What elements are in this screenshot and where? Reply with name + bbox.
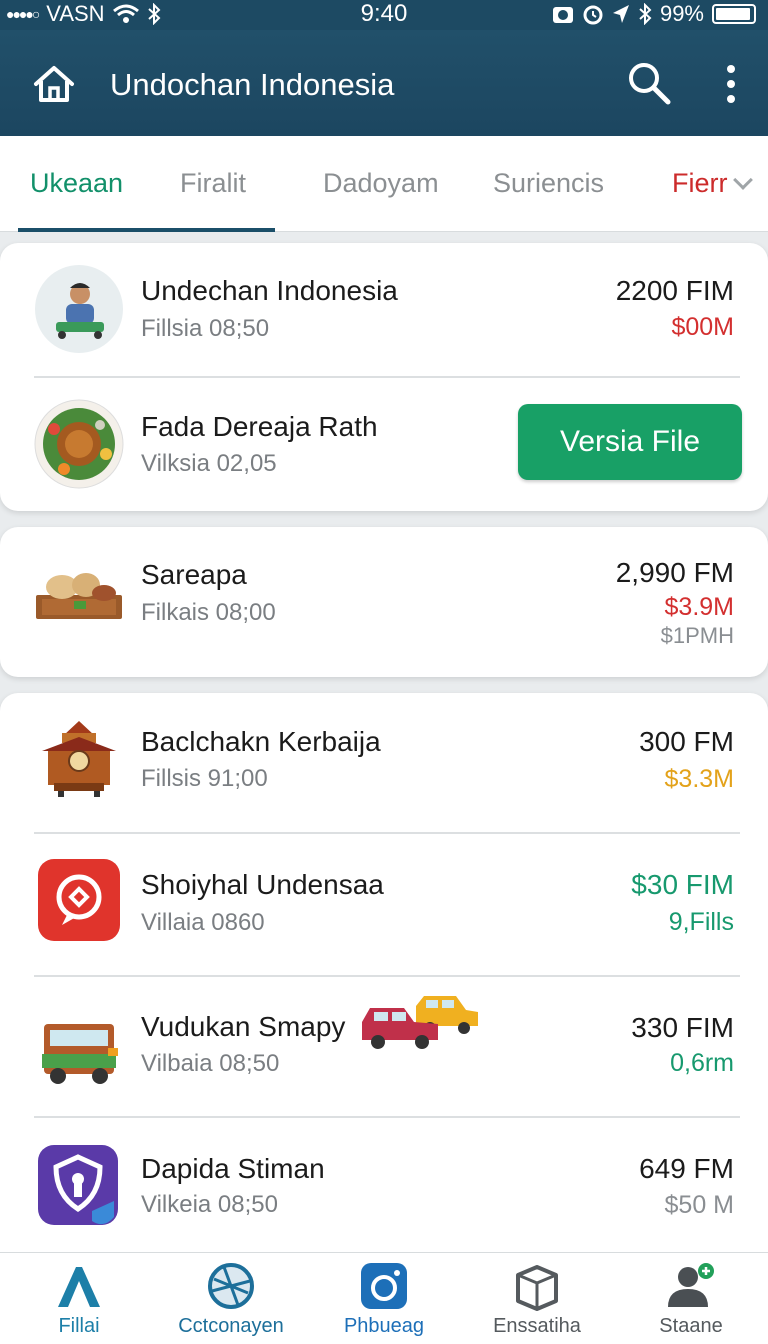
item-name: Vudukan Smapy — [141, 1011, 346, 1042]
item-price: 2200 FIM — [615, 275, 734, 306]
item-price: $30 FIM — [631, 869, 734, 900]
nav-label: Enssatiha — [493, 1315, 581, 1337]
bottom-nav: Fillai Cctconayen Phbueag Enssatiha Staa… — [0, 1252, 768, 1344]
package-icon — [516, 1265, 558, 1311]
camera-app-icon — [361, 1263, 407, 1309]
item-subtitle: Filkais 08;00 — [141, 599, 276, 626]
item-amount: 0,6rm — [670, 1049, 734, 1077]
item-amount: 9,Fills — [668, 908, 734, 936]
item-price: 330 FIM — [631, 1012, 734, 1043]
nav-item-enssatiha[interactable]: Enssatiha — [460, 1253, 614, 1344]
list-card: Baclchakn Kerbaija Fillsis 91;00 300 FM … — [0, 693, 768, 1273]
item-subtitle: Vilkeia 08;50 — [141, 1191, 278, 1218]
list-card: Undechan Indonesia Fillsia 08;50 2200 FI… — [0, 243, 768, 511]
item-subtitle: Fillsis 91;00 — [141, 765, 268, 792]
item-amount: $3.9M — [664, 593, 734, 621]
item-subtitle: Fillsia 08;50 — [141, 315, 270, 342]
stack-a-icon — [58, 1267, 100, 1307]
chevron-down-icon — [732, 170, 753, 190]
list-card: Sareapa Filkais 08;00 2,990 FM $3.9M $1P… — [0, 527, 768, 677]
item-subtitle: Vilbaia 08;50 — [141, 1050, 280, 1077]
item-name: Sareapa — [141, 559, 247, 590]
add-user-icon — [668, 1263, 714, 1307]
nav-item-cctconayen[interactable]: Cctconayen — [154, 1253, 308, 1344]
more-vertical-icon[interactable] — [716, 62, 746, 106]
item-name: Shoiyhal Undensaa — [141, 869, 384, 900]
nav-item-fillai[interactable]: Fillai — [2, 1253, 156, 1344]
nav-label: Phbueag — [343, 1315, 425, 1337]
shield-app-icon — [38, 1145, 118, 1225]
tab-active-indicator — [18, 228, 275, 232]
bluetooth-icon — [639, 3, 652, 25]
item-amount: $50 M — [664, 1191, 734, 1219]
item-price: 300 FM — [639, 726, 734, 757]
clock-tower-thumbnail — [42, 721, 116, 797]
tab-firalit[interactable]: Firalit — [180, 168, 246, 199]
nav-item-staane[interactable]: Staane — [614, 1253, 768, 1344]
tab-suriencis[interactable]: Suriencis — [493, 168, 604, 199]
nav-label: Fillai — [58, 1315, 100, 1337]
nav-label: Cctconayen — [178, 1315, 284, 1337]
item-price: 2,990 FM — [615, 557, 734, 588]
tab-dadoyam[interactable]: Dadoyam — [323, 168, 439, 199]
item-amount: $00M — [671, 313, 734, 341]
bread-basket-thumbnail — [36, 573, 122, 619]
globe-icon — [208, 1263, 254, 1309]
tab-ukeaan[interactable]: Ukeaan — [30, 168, 123, 199]
battery-percent: 99% — [659, 1, 704, 26]
item-price: 649 FM — [639, 1153, 734, 1184]
chat-app-icon — [38, 859, 120, 941]
item-name: Dapida Stiman — [141, 1153, 325, 1184]
alarm-icon — [583, 5, 603, 25]
divider — [34, 832, 740, 834]
home-icon[interactable] — [30, 60, 78, 108]
person-thumbnail — [35, 265, 123, 353]
item-amount-secondary: $1PMH — [660, 623, 734, 648]
food-plate-thumbnail — [34, 399, 124, 489]
tab-fierr-label: Fierr — [672, 168, 728, 198]
item-name: Undechan Indonesia — [141, 275, 398, 306]
item-name: Baclchakn Kerbaija — [141, 726, 381, 757]
list-item[interactable]: Vudukan Smapy Vilbaia 08;50 330 FIM 0,6r… — [0, 978, 768, 1118]
nav-item-phbueag[interactable]: Phbueag — [307, 1253, 461, 1344]
page-title: Undochan Indonesia — [110, 67, 395, 102]
version-file-button[interactable]: Versia File — [518, 404, 742, 480]
camera-icon — [552, 7, 573, 23]
cars-icon — [362, 996, 478, 1049]
divider — [34, 975, 740, 977]
list-item[interactable]: Undechan Indonesia Fillsia 08;50 2200 FI… — [0, 243, 768, 376]
item-amount: $3.3M — [664, 765, 734, 793]
list-item[interactable]: Baclchakn Kerbaija Fillsis 91;00 300 FM … — [0, 693, 768, 833]
app-bar: Undochan Indonesia — [0, 30, 768, 136]
item-name: Fada Dereaja Rath — [141, 411, 378, 442]
tab-fierr[interactable]: Fierr — [672, 168, 753, 199]
status-bar: ●●●●○ VASN 9:40 99% — [0, 0, 768, 30]
list-item[interactable]: Fada Dereaja Rath Vilksia 02,05 Versia F… — [0, 378, 768, 511]
list-item[interactable]: Sareapa Filkais 08;00 2,990 FM $3.9M $1P… — [0, 527, 768, 677]
truck-thumbnail — [42, 1024, 118, 1084]
item-subtitle: Villaia 0860 — [141, 909, 265, 936]
location-icon — [612, 5, 629, 23]
list-item[interactable]: Shoiyhal Undensaa Villaia 0860 $30 FIM 9… — [0, 835, 768, 977]
divider — [34, 1116, 740, 1118]
list-item[interactable]: Dapida Stiman Vilkeia 08;50 649 FM $50 M — [0, 1119, 768, 1269]
nav-label: Staane — [659, 1315, 723, 1337]
item-subtitle: Vilksia 02,05 — [141, 450, 277, 477]
search-icon[interactable] — [626, 60, 672, 106]
battery-icon — [712, 4, 756, 24]
tab-bar: Ukeaan Firalit Dadoyam Suriencis Fierr — [0, 136, 768, 232]
